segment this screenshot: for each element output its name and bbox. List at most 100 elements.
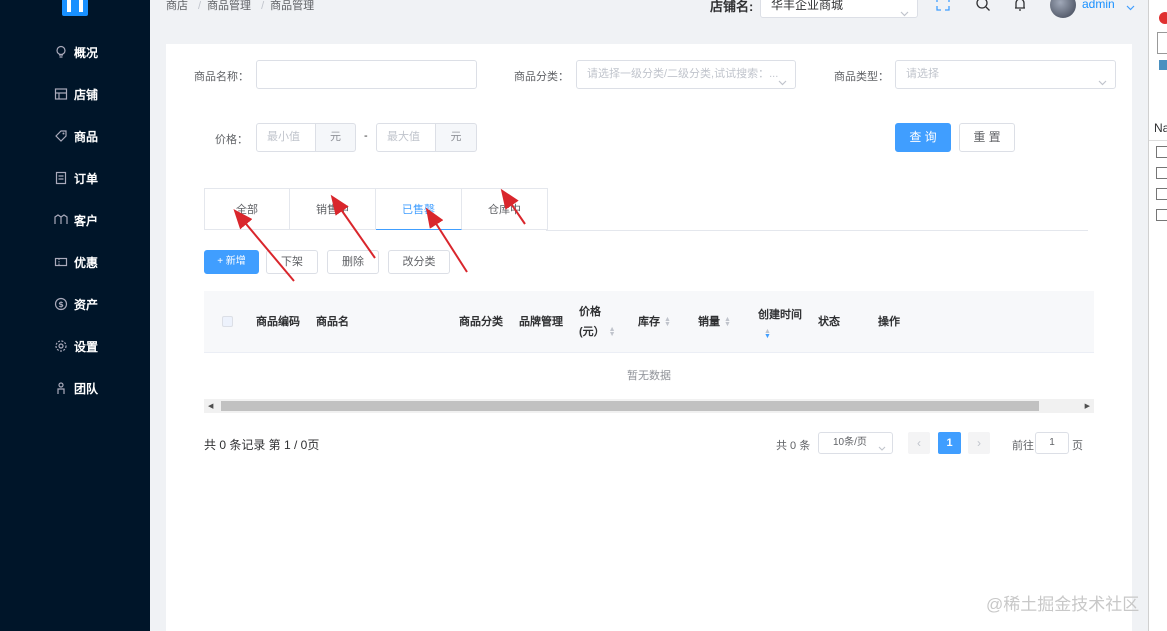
tab-sold-out[interactable]: 已售罄 (376, 188, 462, 230)
breadcrumb-item[interactable]: 商店 (166, 0, 188, 12)
type-label: 商品类型： (834, 71, 889, 83)
sidebar-item-orders[interactable]: 订单 (0, 157, 150, 199)
scroll-left-icon[interactable]: ◀ (208, 402, 213, 410)
order-icon (54, 171, 68, 185)
column-header: 品牌管理 (519, 316, 563, 328)
sidebar-item-customers[interactable]: 客户 (0, 199, 150, 241)
panel-select[interactable] (1157, 32, 1167, 54)
tab-on-sale[interactable]: 销售中 (290, 188, 376, 230)
fullscreen-icon[interactable] (935, 0, 951, 12)
sidebar-item-assets[interactable]: $ 资产 (0, 283, 150, 325)
shop-select[interactable]: 华丰企业商城 (760, 0, 918, 18)
column-header: 创建时间 (758, 309, 802, 321)
reset-button[interactable]: 重 置 (959, 123, 1015, 152)
horizontal-scrollbar[interactable]: ◀ ▶ (204, 399, 1094, 413)
column-header: (元） (579, 326, 605, 338)
chevron-down-icon (778, 70, 787, 88)
column-header-price[interactable]: 价格 (元） ▲ ▼ (579, 291, 616, 353)
user-name[interactable]: admin (1082, 0, 1115, 11)
team-icon (54, 381, 68, 395)
min-placeholder: 最小值 (267, 131, 300, 143)
panel-checkbox[interactable] (1156, 209, 1167, 221)
name-label: 商品名称： (194, 71, 249, 83)
pagination-total: 共 0 条 (776, 440, 811, 452)
chevron-down-icon (878, 439, 886, 459)
chevron-down-icon[interactable] (1126, 0, 1135, 14)
next-page-button[interactable]: › (968, 432, 990, 454)
page-number[interactable]: 1 (938, 432, 961, 454)
add-button[interactable]: + 新增 (204, 250, 259, 274)
column-header-stock[interactable]: 库存 ▲ ▼ (638, 291, 671, 353)
category-select[interactable]: 请选择一级分类/二级分类,试试搜索：... (576, 60, 796, 89)
sort-icon[interactable]: ▲ ▼ (764, 328, 771, 340)
sidebar-item-label: 优惠 (74, 255, 99, 270)
bell-icon[interactable] (1012, 0, 1028, 12)
search-button[interactable]: 查 询 (895, 123, 951, 152)
sidebar-item-team[interactable]: 团队 (0, 367, 150, 409)
type-placeholder: 请选择 (906, 68, 939, 80)
delete-button[interactable]: 删除 (327, 250, 379, 274)
select-all-checkbox[interactable] (222, 316, 233, 327)
coupon-icon (54, 255, 68, 269)
sidebar-item-overview[interactable]: 概况 (0, 31, 150, 73)
prev-page-button[interactable]: ‹ (908, 432, 930, 454)
logo (62, 0, 88, 16)
sidebar-item-label: 客户 (74, 213, 99, 228)
price-label: 价格： (215, 134, 248, 146)
min-price-input[interactable]: 最小值 (256, 123, 316, 152)
sidebar-item-goods[interactable]: 商品 (0, 115, 150, 157)
breadcrumb: 商店 / 商品管理 / 商品管理 (166, 0, 315, 12)
dollar-icon: $ (54, 297, 68, 311)
column-header: 商品分类 (459, 316, 503, 328)
bulb-icon (54, 45, 68, 59)
sidebar-item-settings[interactable]: 设置 (0, 325, 150, 367)
sidebar-item-label: 概况 (74, 45, 99, 60)
goods-name-input[interactable] (256, 60, 477, 89)
status-tabs: 全部 销售中 已售罄 仓库中 (204, 188, 548, 230)
sidebar-item-coupons[interactable]: 优惠 (0, 241, 150, 283)
sidebar-item-store[interactable]: 店铺 (0, 73, 150, 115)
type-select[interactable]: 请选择 (895, 60, 1116, 89)
category-label: 商品分类： (514, 71, 569, 83)
tab-all[interactable]: 全部 (204, 188, 290, 230)
right-panel: Na (1148, 0, 1167, 631)
panel-checkbox[interactable] (1156, 167, 1167, 179)
max-price-input[interactable]: 最大值 (376, 123, 436, 152)
recategorize-button[interactable]: 改分类 (388, 250, 450, 274)
chevron-down-icon (900, 1, 909, 25)
offshelf-button[interactable]: 下架 (266, 250, 318, 274)
goto-label: 前往 (1012, 440, 1034, 452)
main-card: 商品名称： 商品分类： 请选择一级分类/二级分类,试试搜索：... 商品类型： … (166, 44, 1132, 631)
breadcrumb-item[interactable]: 商品管理 (207, 0, 251, 12)
sidebar-item-label: 资产 (74, 297, 99, 312)
column-header-created[interactable]: 创建时间 ▲ ▼ (758, 291, 802, 353)
panel-checkbox[interactable] (1156, 146, 1167, 158)
record-icon[interactable] (1159, 12, 1167, 24)
unit-label: 元 (435, 123, 477, 152)
sidebar-item-label: 团队 (74, 381, 99, 396)
panel-checkbox[interactable] (1156, 188, 1167, 200)
avatar[interactable] (1050, 0, 1076, 18)
sidebar-item-label: 商品 (74, 129, 99, 144)
shop-select-value: 华丰企业商城 (771, 0, 844, 12)
sort-icon[interactable]: ▲ ▼ (609, 326, 616, 338)
search-icon[interactable] (975, 0, 991, 12)
column-header: 商品编码 (256, 316, 300, 328)
tab-warehouse[interactable]: 仓库中 (462, 188, 548, 230)
category-placeholder: 请选择一级分类/二级分类,试试搜索：... (587, 68, 779, 80)
column-header: 状态 (818, 316, 840, 328)
sort-icon[interactable]: ▲ ▼ (724, 316, 731, 328)
scroll-right-icon[interactable]: ▶ (1085, 402, 1090, 410)
column-header: 库存 (638, 316, 660, 328)
column-header: 商品名 (316, 316, 349, 328)
page-size-select[interactable]: 10条/页 (818, 432, 893, 454)
gear-icon (54, 339, 68, 353)
goto-page-input[interactable]: 1 (1035, 432, 1069, 454)
price-dash: - (364, 130, 368, 142)
chevron-down-icon (1098, 70, 1107, 88)
breadcrumb-item: 商品管理 (270, 0, 315, 12)
sort-icon[interactable]: ▲ ▼ (664, 316, 671, 328)
page-suffix: 页 (1072, 440, 1083, 452)
scrollbar-thumb[interactable] (221, 401, 1039, 411)
column-header-sales[interactable]: 销量 ▲ ▼ (698, 291, 731, 353)
